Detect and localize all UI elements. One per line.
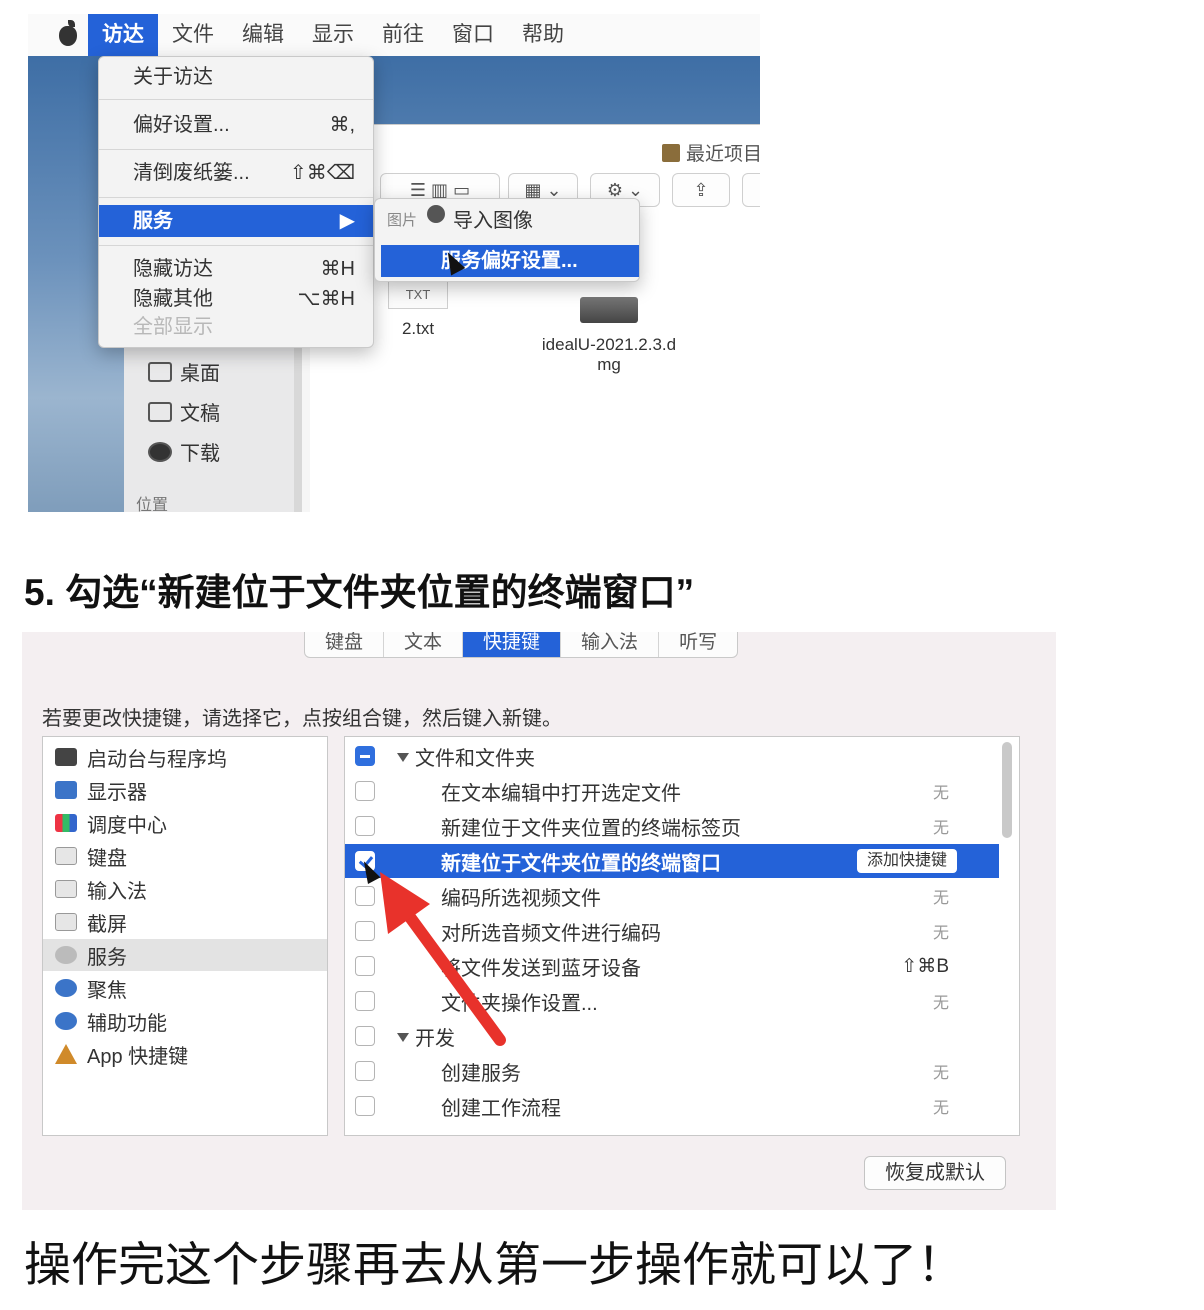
restore-defaults-button[interactable]: 恢复成默认 — [864, 1156, 1006, 1190]
annotation-arrow — [380, 872, 506, 1046]
menu-separator — [99, 149, 373, 150]
services-submenu: 图片 导入图像 服务偏好设置... — [374, 198, 640, 282]
menu-window[interactable]: 窗口 — [438, 14, 508, 56]
share-button[interactable]: ⇪ — [672, 173, 730, 207]
menu-item-service-preferences[interactable]: 服务偏好设置... — [381, 245, 639, 277]
sidebar-item-label: 下载 — [180, 443, 220, 465]
file-item[interactable]: idealU-2021.2.3.d mg — [514, 297, 704, 375]
menu-separator — [99, 245, 373, 246]
sidebar-item-label: 文稿 — [180, 403, 220, 425]
sidebar-section-location: 位置 — [136, 497, 169, 512]
sidebar-item-downloads[interactable]: 下载 — [148, 437, 220, 466]
recents-icon — [662, 144, 680, 162]
step-heading: 5. 勾选“新建位于文件夹位置的终端窗口” — [24, 572, 695, 613]
disk-image-icon — [580, 297, 638, 323]
submenu-arrow-icon: ▶ — [339, 210, 355, 232]
menu-file[interactable]: 文件 — [158, 14, 228, 56]
menu-separator — [99, 99, 373, 100]
desktop-icon — [148, 361, 172, 382]
apple-menu-icon[interactable] — [28, 14, 88, 56]
camera-icon — [427, 205, 446, 223]
submenu-group-label: 图片 — [387, 212, 418, 229]
file-name: idealU-2021.2.3.d — [541, 335, 677, 354]
tags-button[interactable] — [742, 173, 760, 207]
menu-go[interactable]: 前往 — [368, 14, 438, 56]
menu-item-hide-finder[interactable]: 隐藏访达 ⌘H — [99, 253, 373, 285]
sidebar-item-desktop[interactable]: 桌面 — [148, 357, 220, 386]
menu-edit[interactable]: 编辑 — [228, 14, 298, 56]
footer-note: 操作完这个步骤再去从第一步操作就可以了！ — [24, 1238, 964, 1293]
file-name: 2.txt — [401, 319, 435, 338]
file-name: mg — [597, 355, 621, 374]
sidebar-item-label: 桌面 — [180, 363, 220, 385]
menu-item-import-images[interactable]: 图片 导入图像 — [375, 205, 639, 237]
menu-item-preferences[interactable]: 偏好设置... ⌘, — [99, 109, 373, 141]
menu-help[interactable]: 帮助 — [508, 14, 578, 56]
window-title: 最近项目 — [662, 139, 760, 166]
menu-item-services[interactable]: 服务 ▶ — [99, 205, 373, 237]
menu-item-empty-trash[interactable]: 清倒废纸篓... ⇧⌘⌫ — [99, 157, 373, 189]
finder-screenshot: 访达 文件 编辑 显示 前往 窗口 帮助 桌面 文稿 下载 位置 最近项目 ☰ … — [28, 14, 760, 512]
menu-finder[interactable]: 访达 — [88, 14, 158, 56]
menu-view[interactable]: 显示 — [298, 14, 368, 56]
menu-separator — [99, 197, 373, 198]
menu-item-show-all: 全部显示 — [133, 316, 213, 338]
menu-item-about[interactable]: 关于访达 — [99, 61, 373, 93]
annotation-arrow-shaft — [390, 892, 506, 1046]
document-icon — [148, 401, 172, 422]
sidebar-item-documents[interactable]: 文稿 — [148, 397, 220, 426]
finder-menu: 关于访达 偏好设置... ⌘, 清倒废纸篓... ⇧⌘⌫ 服务 ▶ 隐藏访达 ⌘H 隐藏… — [98, 56, 374, 348]
menu-bar: 访达 文件 编辑 显示 前往 窗口 帮助 — [28, 14, 760, 56]
download-icon — [148, 441, 172, 462]
keyboard-preferences-screenshot: 键盘 文本 快捷键 输入法 听写 若要更改快捷键，请选择它，点按组合键，然后键入… — [22, 632, 1056, 1210]
